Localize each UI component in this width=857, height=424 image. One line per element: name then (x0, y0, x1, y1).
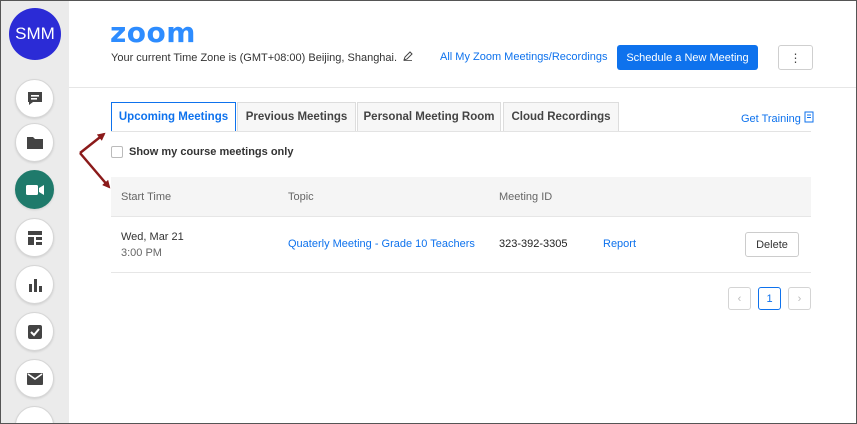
meeting-topic-link[interactable]: Quaterly Meeting - Grade 10 Teachers (288, 238, 475, 250)
arrow-to-tab (79, 132, 106, 154)
left-rail: SMM (1, 1, 69, 423)
delete-button[interactable]: Delete (745, 232, 799, 257)
meetings-button[interactable] (15, 170, 54, 209)
avatar[interactable]: SMM (9, 8, 61, 60)
report-link[interactable]: Report (603, 238, 636, 250)
arrow-to-table-header (79, 152, 111, 189)
dashboard-button[interactable] (15, 218, 54, 257)
timezone-text: Your current Time Zone is (GMT+08:00) Be… (111, 51, 398, 64)
get-training-link[interactable]: Get Training (741, 111, 815, 126)
video-camera-icon (25, 183, 45, 197)
tab-cloud-recordings[interactable]: Cloud Recordings (503, 102, 619, 132)
mail-button[interactable] (15, 359, 54, 398)
tab-upcoming-meetings[interactable]: Upcoming Meetings (111, 102, 236, 132)
next-page-button[interactable]: › (788, 287, 811, 310)
pencil-icon[interactable] (403, 51, 413, 64)
dashboard-icon (27, 230, 43, 246)
schedule-meeting-button[interactable]: Schedule a New Meeting (617, 45, 758, 70)
chat-icon (26, 90, 44, 108)
checkbox-icon (27, 324, 43, 340)
course-meetings-checkbox[interactable] (111, 146, 123, 158)
book-icon (804, 111, 815, 126)
folder-icon (26, 135, 44, 151)
meeting-id: 323-392-3305 (499, 238, 568, 250)
tab-personal-meeting-room[interactable]: Personal Meeting Room (357, 102, 501, 132)
current-page-button[interactable]: 1 (758, 287, 781, 310)
more-options-button[interactable]: ⋮ (778, 45, 813, 70)
mail-icon (26, 372, 44, 386)
zoom-logo[interactable]: zoom (110, 16, 196, 49)
zoom-window: SMM zoom Your current Time Zone is (GMT+… (0, 0, 857, 424)
chat-button[interactable] (15, 79, 54, 118)
tab-previous-meetings[interactable]: Previous Meetings (237, 102, 356, 132)
course-meetings-label: Show my course meetings only (129, 146, 294, 158)
files-button[interactable] (15, 123, 54, 162)
column-meeting-id: Meeting ID (499, 191, 553, 203)
prev-page-button[interactable]: ‹ (728, 287, 751, 310)
timezone-info: Your current Time Zone is (GMT+08:00) Be… (111, 51, 413, 64)
get-training-label: Get Training (741, 112, 801, 125)
bar-chart-icon (27, 277, 43, 293)
header: zoom Your current Time Zone is (GMT+08:0… (69, 1, 856, 88)
more-apps-button[interactable] (15, 406, 54, 423)
course-meetings-filter[interactable]: Show my course meetings only (111, 146, 293, 158)
table-row: Wed, Mar 21 3:00 PM Quaterly Meeting - G… (111, 217, 811, 273)
column-start-time: Start Time (121, 191, 172, 203)
table-header: Start Time Topic Meeting ID (111, 177, 811, 217)
tasks-button[interactable] (15, 312, 54, 351)
meeting-date: Wed, Mar 21 (121, 231, 184, 243)
all-meetings-link[interactable]: All My Zoom Meetings/Recordings (440, 51, 608, 63)
meeting-time: 3:00 PM (121, 247, 162, 259)
column-topic: Topic (288, 191, 314, 203)
reports-button[interactable] (15, 265, 54, 304)
tab-divider (111, 131, 811, 132)
